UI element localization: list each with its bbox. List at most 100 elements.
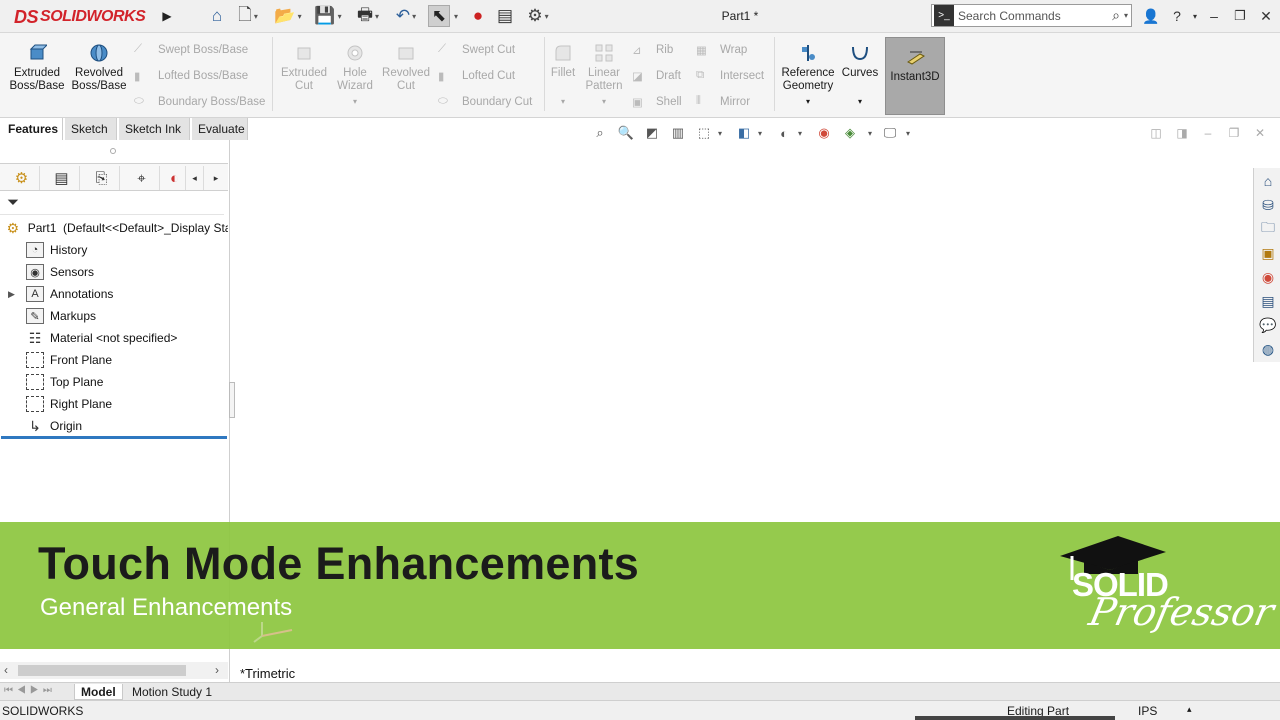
open-icon[interactable]: 📂 ▾ (270, 5, 306, 27)
linear-pattern-dropdown-icon[interactable]: ▾ (582, 95, 626, 108)
user-icon[interactable]: 👤 (1140, 6, 1162, 26)
tab-scroll-left-icon[interactable]: ◂ (186, 166, 204, 190)
select-icon[interactable]: ⬉ (428, 5, 450, 27)
solidworks-logo[interactable]: DS SOLIDWORKS (14, 2, 146, 32)
swept-boss-button[interactable]: ⟋ Swept Boss/Base (134, 41, 248, 59)
reference-geometry-dropdown-icon[interactable]: ▾ (778, 95, 838, 108)
tree-item-origin[interactable]: ↳ Origin (0, 415, 228, 437)
expand-icon[interactable]: ▶ (8, 289, 15, 300)
lofted-boss-button[interactable]: ▮ Lofted Boss/Base (134, 67, 248, 85)
tree-item-annotations[interactable]: ▶ A Annotations (0, 283, 228, 305)
tab-motion-study[interactable]: Motion Study 1 (126, 684, 218, 700)
panel-splitter-handle[interactable] (229, 382, 235, 418)
file-properties-icon[interactable]: ▤ (494, 5, 516, 27)
curves-dropdown-icon[interactable]: ▾ (840, 95, 880, 108)
forum-icon[interactable]: 💬 (1258, 315, 1278, 335)
filter-icon[interactable]: ⏷ (7, 194, 19, 211)
instant3d-button[interactable]: Instant3D (885, 37, 945, 115)
panel-grip[interactable] (110, 148, 116, 154)
search-dropdown-icon[interactable]: ▾ (1124, 11, 1128, 20)
wrap-button[interactable]: ▦ Wrap (696, 41, 747, 59)
units-dropdown-icon[interactable]: ▴ (1187, 704, 1192, 715)
solidworks-resources-icon[interactable]: ⌂ (1258, 171, 1278, 191)
hide-show-dropdown-icon[interactable]: ▾ (790, 122, 810, 144)
tile-left-icon[interactable]: ◫ (1147, 125, 1165, 141)
display-manager-tab-icon[interactable]: ◐ (164, 166, 186, 190)
tree-item-markups[interactable]: ✎ Markups (0, 305, 228, 327)
property-manager-tab-icon[interactable]: ▤ (44, 166, 80, 190)
fillet-dropdown-icon[interactable]: ▾ (546, 95, 580, 108)
section-view-icon[interactable]: ▥ (668, 122, 688, 144)
linear-pattern-button[interactable]: Linear Pattern ▾ (582, 43, 626, 108)
hole-wizard-dropdown-icon[interactable]: ▾ (330, 95, 380, 108)
tab-features[interactable]: Features (2, 118, 63, 140)
doc-restore-icon[interactable]: ❐ (1225, 125, 1243, 141)
options-icon[interactable]: ⚙ ▾ (520, 5, 556, 27)
tab-evaluate[interactable]: Evaluate (192, 118, 248, 140)
tree-item-right-plane[interactable]: Right Plane (0, 393, 228, 415)
restore-icon[interactable]: ❐ (1229, 6, 1251, 26)
search-icon[interactable]: ⌕ (1112, 7, 1120, 24)
search-commands[interactable]: >_ Search Commands ⌕ ▾ (931, 4, 1132, 27)
revolved-cut-button[interactable]: Revolved Cut (380, 43, 432, 93)
dimxpert-manager-tab-icon[interactable]: ⌖ (124, 166, 160, 190)
undo-icon[interactable]: ↶ ▾ (388, 5, 424, 27)
tab-model[interactable]: Model (74, 684, 123, 700)
select-dropdown-icon[interactable]: ▾ (451, 5, 461, 27)
tree-item-material[interactable]: ☷ Material <not specified> (0, 327, 228, 349)
shell-button[interactable]: ▣ Shell (632, 93, 682, 111)
intersect-button[interactable]: ⧉ Intersect (696, 67, 764, 85)
tree-item-history[interactable]: ◔ History (0, 239, 228, 261)
tree-filter[interactable]: ⏷ (0, 191, 224, 215)
appearances-icon[interactable]: ◉ (1258, 267, 1278, 287)
tab-scroll-right-icon[interactable]: ▸ (206, 166, 226, 190)
extruded-cut-button[interactable]: Extruded Cut (276, 43, 332, 93)
tab-sketch[interactable]: Sketch (65, 118, 117, 140)
status-units[interactable]: IPS (1138, 704, 1157, 718)
tab-sketch-ink[interactable]: Sketch Ink (119, 118, 190, 140)
display-style-dropdown-icon[interactable]: ▾ (750, 122, 770, 144)
hole-wizard-button[interactable]: Hole Wizard ▾ (330, 43, 380, 108)
boundary-cut-button[interactable]: ⬭ Boundary Cut (438, 93, 532, 111)
search-input[interactable]: Search Commands (958, 9, 1112, 23)
feature-manager-tab-icon[interactable]: ⚙ (4, 166, 40, 190)
rollback-bar[interactable] (1, 436, 227, 439)
tab-navigation-icon[interactable]: ⏮◀▶⏭ (4, 685, 56, 696)
swept-cut-button[interactable]: ⟋ Swept Cut (438, 41, 515, 59)
minimize-icon[interactable]: – (1203, 6, 1225, 26)
fillet-button[interactable]: Fillet ▾ (546, 43, 580, 108)
zoom-to-fit-icon[interactable]: ⌕ (590, 122, 610, 144)
doc-close-icon[interactable]: ✕ (1251, 125, 1269, 141)
draft-button[interactable]: ◪ Draft (632, 67, 681, 85)
apply-scene-dropdown-icon[interactable]: ▾ (860, 122, 880, 144)
view-orientation-dropdown-icon[interactable]: ▾ (710, 122, 730, 144)
extruded-boss-button[interactable]: Extruded Boss/Base (8, 43, 66, 93)
previous-view-icon[interactable]: ◩ (642, 122, 662, 144)
view-settings-dropdown-icon[interactable]: ▾ (898, 122, 918, 144)
home-icon[interactable]: ⌂ (205, 5, 229, 27)
configuration-manager-tab-icon[interactable]: ⎘ (84, 166, 120, 190)
scroll-left-icon[interactable]: ‹ (4, 663, 8, 677)
tile-right-icon[interactable]: ◨ (1173, 125, 1191, 141)
revolved-boss-button[interactable]: Revolved Boss/Base (70, 43, 128, 93)
tree-item-sensors[interactable]: ◉ Sensors (0, 261, 228, 283)
view-settings-icon[interactable]: 🖵 (880, 122, 900, 144)
apply-scene-icon[interactable]: ◈ (840, 122, 860, 144)
new-document-icon[interactable]: 🗋 ▾ (233, 5, 263, 27)
edit-appearance-icon[interactable]: ◉ (814, 122, 834, 144)
scroll-right-icon[interactable]: › (215, 663, 219, 677)
design-library-icon[interactable]: ⛁ (1258, 195, 1278, 215)
zoom-to-area-icon[interactable]: 🔍 (616, 122, 636, 144)
mirror-button[interactable]: ⫴ Mirror (696, 93, 750, 111)
doc-minimize-icon[interactable]: – (1199, 125, 1217, 141)
print-icon[interactable]: 🖶 ▾ (350, 5, 386, 27)
view-palette-icon[interactable]: ▣ (1258, 243, 1278, 263)
menu-expand-icon[interactable]: ▶ (160, 5, 174, 27)
rib-button[interactable]: ⊿ Rib (632, 41, 673, 59)
tree-item-top-plane[interactable]: Top Plane (0, 371, 228, 393)
file-explorer-icon[interactable]: 🗀 (1258, 219, 1278, 239)
tree-root[interactable]: ⚙ Part1 (Default<<Default>_Display Sta (0, 217, 228, 239)
tree-item-front-plane[interactable]: Front Plane (0, 349, 228, 371)
scrollbar-thumb[interactable] (18, 665, 186, 676)
close-icon[interactable]: ✕ (1255, 6, 1277, 26)
